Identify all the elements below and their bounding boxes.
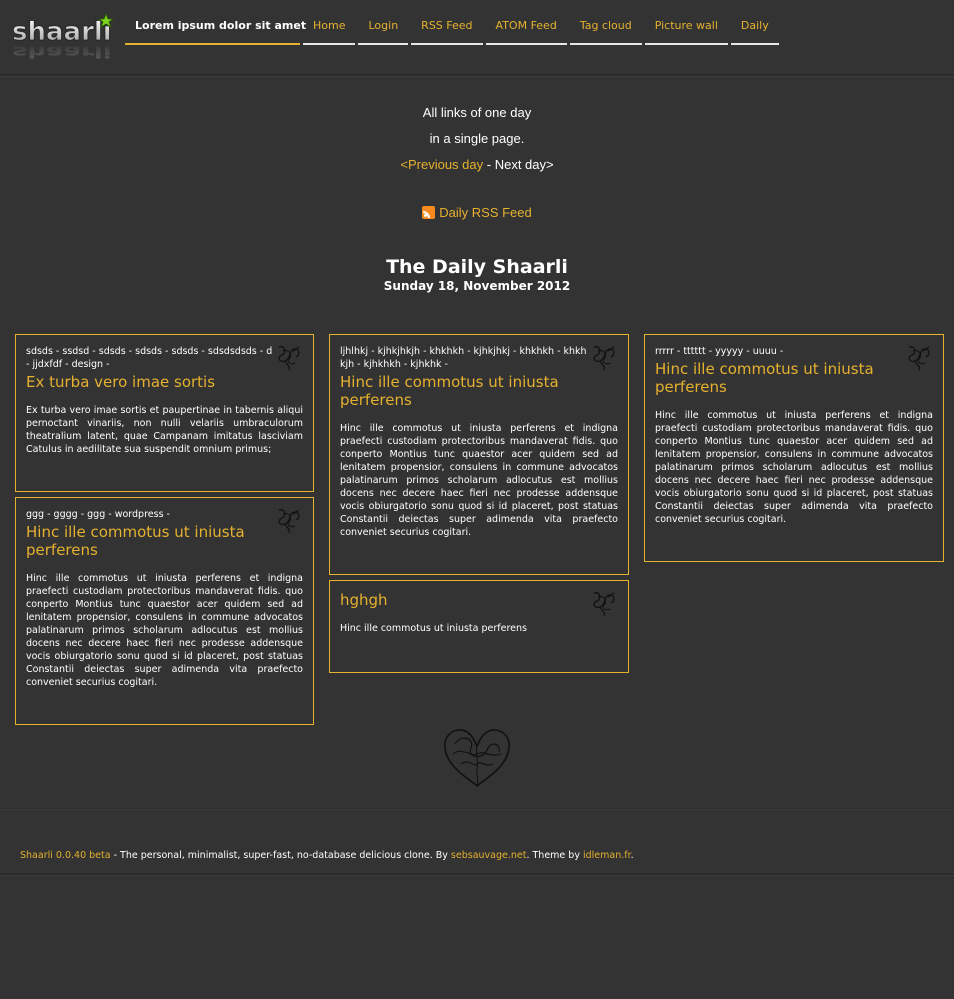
link-tags[interactable]: rrrrr - tttttt - yyyyy - uuuu -	[655, 345, 933, 358]
link-title[interactable]: hghgh	[340, 591, 618, 609]
intro-line-1: All links of one day	[422, 105, 532, 120]
footer: Shaarli 0.0.40 beta - The personal, mini…	[0, 850, 954, 861]
author-link[interactable]: sebsauvage.net	[451, 850, 527, 861]
header: shaarli shaarli Lorem ipsum dolor sit am…	[0, 0, 954, 76]
flourish-icon	[593, 592, 615, 617]
link-description: Hinc ille commotus ut iniusta perferens	[340, 623, 527, 634]
link-tags[interactable]: sdsds - ssdsd - sdsds - sdsds - sdsds - …	[26, 345, 303, 371]
footer-separator	[0, 808, 954, 810]
nav-picture-wall[interactable]: Picture wall	[644, 18, 728, 45]
link-title[interactable]: Hinc ille commotus ut iniusta perferens	[340, 373, 618, 409]
flourish-icon	[593, 346, 615, 371]
flourish-icon	[908, 346, 930, 371]
footer-text-theme: . Theme by	[526, 850, 583, 861]
footer-text-end: .	[630, 850, 634, 861]
link-card: hghgh Hinc ille commotus ut iniusta perf…	[329, 580, 629, 673]
shaarli-logo[interactable]: shaarli shaarli	[10, 12, 116, 62]
intro-line-2: in a single page.	[429, 131, 525, 146]
previous-day-link[interactable]: <Previous day	[400, 157, 483, 172]
footer-text: - The personal, minimalist, super-fast, …	[110, 850, 451, 861]
daily-title: The Daily Shaarli	[386, 256, 568, 278]
top-nav: Lorem ipsum dolor sit amet Home Login RS…	[125, 18, 782, 46]
link-title[interactable]: Ex turba vero imae sortis	[26, 373, 303, 391]
nav-tag-cloud[interactable]: Tag cloud	[569, 18, 642, 45]
flourish-icon	[278, 509, 300, 534]
flourish-icon	[278, 346, 300, 371]
link-tags[interactable]: ljhlhkj - kjhkjhkjh - khkhkh - kjhkjhkj …	[340, 345, 618, 371]
link-card: ggg - gggg - ggg - wordpress - Hinc ille…	[15, 497, 314, 725]
link-card: ljhlhkj - kjhkjhkjh - khkhkh - kjhkjhkj …	[329, 334, 629, 575]
link-description: Ex turba vero imae sortis et paupertinae…	[26, 405, 303, 455]
link-card: sdsds - ssdsd - sdsds - sdsds - sdsds - …	[15, 334, 314, 492]
site-title[interactable]: Lorem ipsum dolor sit amet	[125, 18, 306, 45]
link-description: Hinc ille commotus ut iniusta perferens …	[26, 573, 303, 688]
link-card: rrrrr - tttttt - yyyyy - uuuu - Hinc ill…	[644, 334, 944, 562]
daily-rss-link[interactable]: Daily RSS Feed	[439, 205, 531, 220]
link-tags[interactable]: ggg - gggg - ggg - wordpress -	[26, 508, 303, 521]
nav-rss-feed[interactable]: RSS Feed	[411, 18, 483, 45]
link-description: Hinc ille commotus ut iniusta perferens …	[655, 410, 933, 525]
daily-intro: All links of one day in a single page. <…	[0, 100, 954, 178]
daily-rss: Daily RSS Feed	[0, 205, 954, 220]
rss-icon[interactable]	[422, 206, 436, 219]
nav-atom-feed[interactable]: ATOM Feed	[485, 18, 567, 45]
svg-text:shaarli: shaarli	[12, 42, 112, 60]
shaarli-version-link[interactable]: Shaarli 0.0.40 beta	[20, 850, 111, 861]
nav-home[interactable]: Home	[303, 18, 356, 45]
theme-author-link[interactable]: idleman.fr	[583, 850, 631, 861]
link-description: Hinc ille commotus ut iniusta perferens …	[340, 423, 618, 538]
heart-ornament-icon	[444, 729, 510, 788]
link-title[interactable]: Hinc ille commotus ut iniusta perferens	[655, 360, 933, 396]
nav-daily[interactable]: Daily	[730, 18, 779, 45]
next-day-text: Next day>	[494, 157, 554, 172]
day-nav-separator: -	[483, 157, 495, 172]
nav-login[interactable]: Login	[358, 18, 409, 45]
bottom-separator	[0, 873, 954, 875]
daily-date: Sunday 18, November 2012	[383, 279, 571, 293]
link-title[interactable]: Hinc ille commotus ut iniusta perferens	[26, 523, 303, 559]
day-navigation: <Previous day - Next day>	[0, 152, 954, 178]
